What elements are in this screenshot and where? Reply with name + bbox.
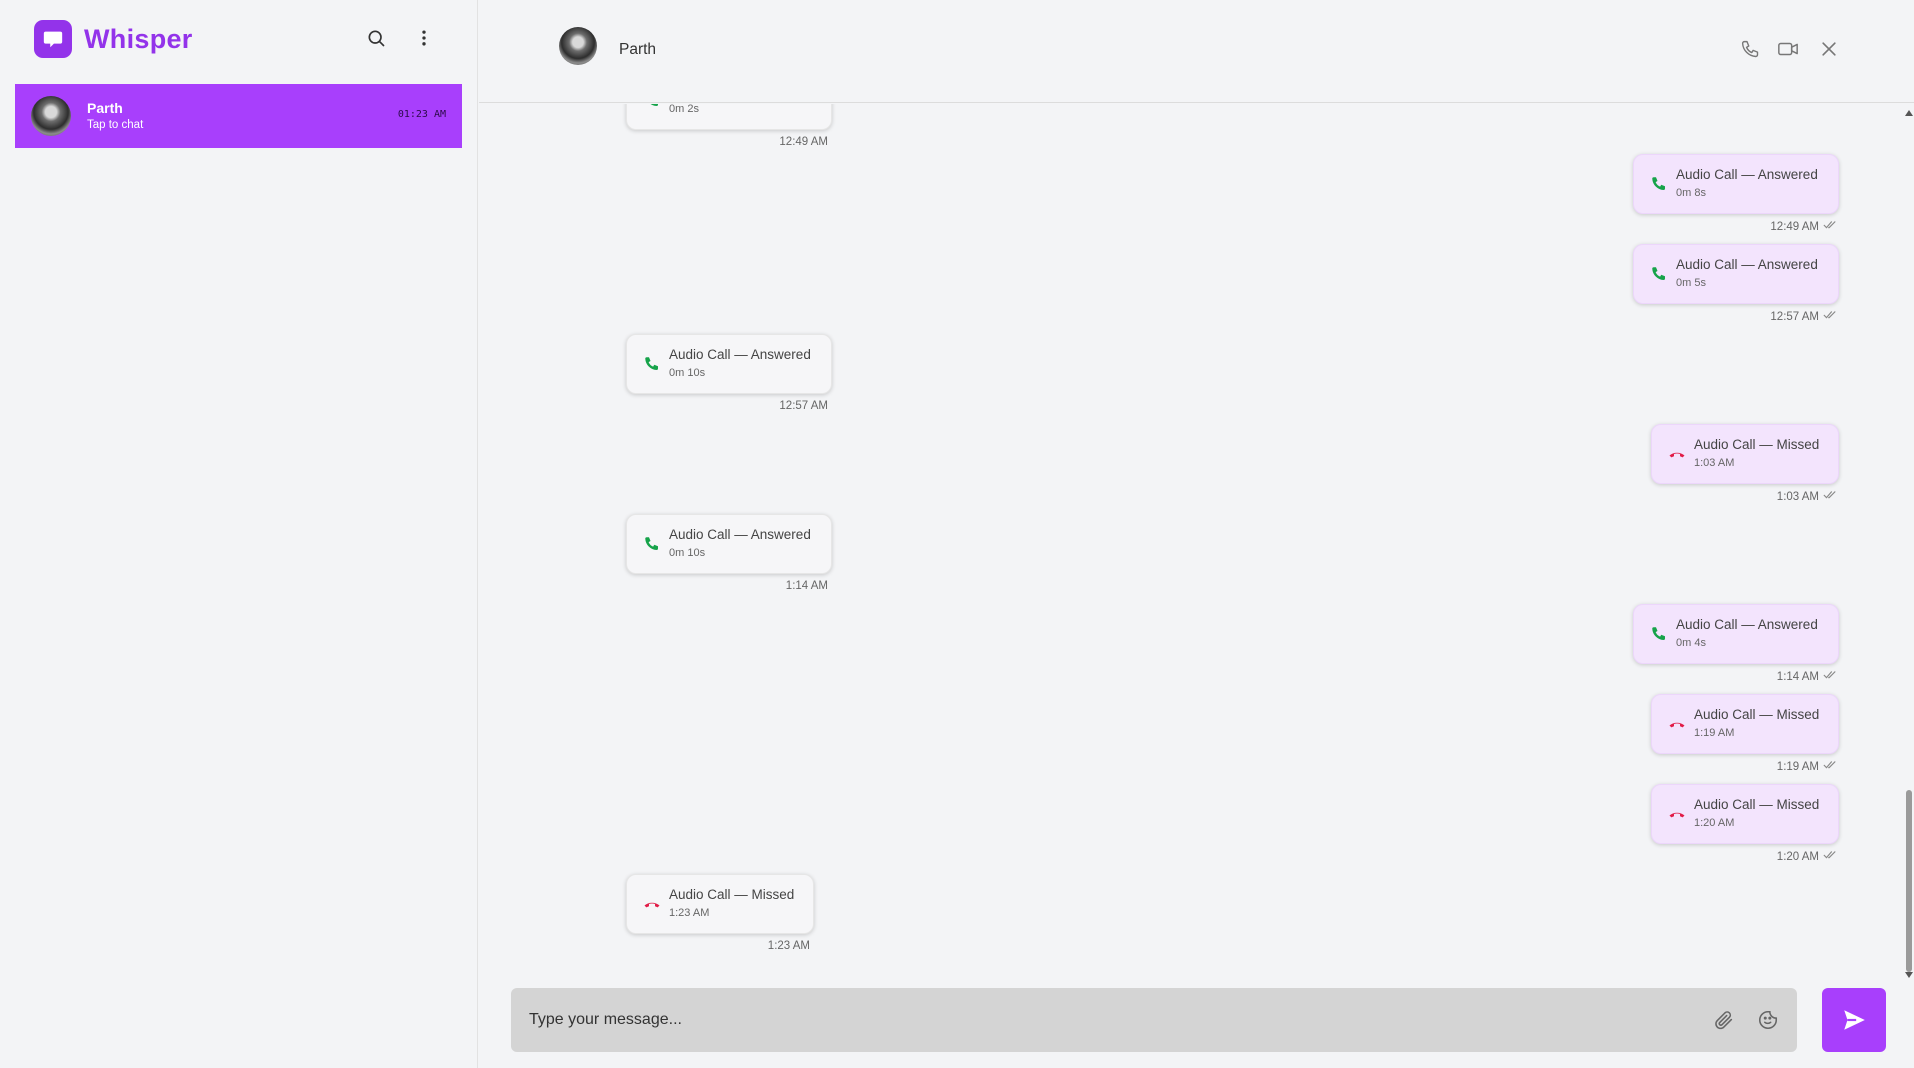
video-camera-icon[interactable] [1775, 36, 1801, 62]
timestamp-text: 1:20 AM [1776, 850, 1819, 863]
chat-list-item[interactable]: Parth Tap to chat 01:23 AM [15, 84, 462, 148]
message-timestamp: 1:14 AM [786, 580, 828, 592]
send-icon [1844, 1010, 1865, 1030]
message-timestamp: 12:49 AM [779, 136, 828, 148]
chat-subtitle: Tap to chat [87, 119, 144, 131]
scrollbar[interactable] [1904, 104, 1914, 984]
call-detail: 1:20 AM [1694, 817, 1735, 829]
message-list[interactable]: 0m 2s 12:49 AM Audio Call — Answered 0m 8s 1… [479, 104, 1914, 984]
paperclip-icon[interactable] [1711, 1007, 1737, 1033]
scroll-up-arrow[interactable] [1905, 110, 1913, 116]
call-title: Audio Call — Missed [1694, 437, 1820, 452]
call-title: Audio Call — Answered [1676, 257, 1818, 272]
phone-icon [643, 104, 661, 109]
call-title: Audio Call — Missed [1694, 797, 1820, 812]
call-title: Audio Call — Answered [669, 527, 811, 542]
call-detail: 1:23 AM [669, 907, 710, 919]
missed-call-icon [643, 895, 661, 913]
double-check-icon [1823, 310, 1837, 323]
phone-icon [1650, 175, 1668, 193]
contact-name[interactable]: Parth [619, 41, 656, 59]
call-title: Audio Call — Answered [1676, 167, 1818, 182]
double-check-icon [1823, 760, 1837, 773]
missed-call-icon [1668, 445, 1686, 463]
timestamp-text: 1:03 AM [1776, 490, 1819, 503]
call-detail: 0m 2s [669, 104, 699, 115]
message-timestamp: 12:57 AM [1770, 310, 1837, 323]
call-detail: 0m 10s [669, 547, 706, 559]
timestamp-text: 12:49 AM [1770, 220, 1819, 233]
message-timestamp: 1:03 AM [1777, 490, 1837, 503]
send-button[interactable] [1822, 988, 1886, 1052]
missed-call-icon [1668, 715, 1686, 733]
call-message-bubble[interactable]: Audio Call — Answered 0m 8s [1633, 154, 1839, 214]
message-timestamp: 1:14 AM [1777, 670, 1837, 683]
timestamp-text: 1:23 AM [767, 940, 810, 952]
call-detail: 0m 4s [1676, 637, 1706, 649]
timestamp-text: 1:19 AM [1776, 760, 1819, 773]
call-message-bubble[interactable]: 0m 2s [626, 104, 832, 130]
call-message-bubble[interactable]: Audio Call — Answered 0m 10s [626, 334, 832, 394]
call-title: Audio Call — Answered [669, 347, 811, 362]
call-message-bubble[interactable]: Audio Call — Missed 1:20 AM [1651, 784, 1839, 844]
message-timestamp: 12:57 AM [779, 400, 828, 412]
close-icon[interactable] [1816, 36, 1842, 62]
call-message-bubble[interactable]: Audio Call — Answered 0m 5s [1633, 244, 1839, 304]
search-icon[interactable] [362, 24, 390, 52]
call-message-bubble[interactable]: Audio Call — Missed 1:03 AM [1651, 424, 1839, 484]
call-message-bubble[interactable]: Audio Call — Answered 0m 4s [1633, 604, 1839, 664]
chat-name: Parth [87, 100, 123, 116]
double-check-icon [1823, 670, 1837, 683]
scrollbar-thumb[interactable] [1906, 790, 1912, 972]
double-check-icon [1823, 490, 1837, 503]
timestamp-text: 12:57 AM [779, 400, 828, 412]
message-input[interactable] [529, 1002, 1679, 1038]
message-composer [511, 988, 1797, 1052]
avatar [31, 96, 71, 136]
message-timestamp: 1:23 AM [768, 940, 810, 952]
timestamp-text: 1:14 AM [785, 580, 828, 592]
timestamp-text: 1:14 AM [1776, 670, 1819, 683]
call-message-bubble[interactable]: Audio Call — Answered 0m 10s [626, 514, 832, 574]
call-detail: 1:03 AM [1694, 457, 1735, 469]
avatar[interactable] [559, 27, 597, 65]
phone-icon[interactable] [1737, 36, 1763, 62]
sidebar: Whisper Parth Tap to chat 01:23 AM [0, 0, 478, 1068]
missed-call-icon [1668, 805, 1686, 823]
call-title: Audio Call — Answered [1676, 617, 1818, 632]
scroll-down-arrow[interactable] [1905, 972, 1913, 978]
message-timestamp: 1:19 AM [1777, 760, 1837, 773]
call-detail: 0m 5s [1676, 277, 1706, 289]
chat-header: Parth [479, 0, 1914, 103]
timestamp-text: 12:49 AM [779, 136, 828, 148]
message-timestamp: 1:20 AM [1777, 850, 1837, 863]
call-title: Audio Call — Missed [1694, 707, 1820, 722]
phone-icon [643, 535, 661, 553]
chat-panel: Parth 0m 2s 12:49 AM Audio Call — Answered… [479, 0, 1914, 1068]
sticker-icon[interactable] [1755, 1007, 1781, 1033]
call-title: Audio Call — Missed [669, 887, 795, 902]
message-timestamp: 12:49 AM [1770, 220, 1837, 233]
call-detail: 1:19 AM [1694, 727, 1735, 739]
phone-icon [1650, 265, 1668, 283]
phone-icon [1650, 625, 1668, 643]
brand: Whisper [34, 20, 193, 58]
call-detail: 0m 10s [669, 367, 706, 379]
chat-bubble-icon [34, 20, 72, 58]
double-check-icon [1823, 220, 1837, 233]
more-vertical-icon[interactable] [410, 24, 438, 52]
phone-icon [643, 355, 661, 373]
call-detail: 0m 8s [1676, 187, 1706, 199]
double-check-icon [1823, 850, 1837, 863]
call-message-bubble[interactable]: Audio Call — Missed 1:23 AM [626, 874, 814, 934]
call-message-bubble[interactable]: Audio Call — Missed 1:19 AM [1651, 694, 1839, 754]
chat-time: 01:23 AM [397, 109, 446, 120]
app-name: Whisper [84, 23, 193, 54]
timestamp-text: 12:57 AM [1770, 310, 1819, 323]
